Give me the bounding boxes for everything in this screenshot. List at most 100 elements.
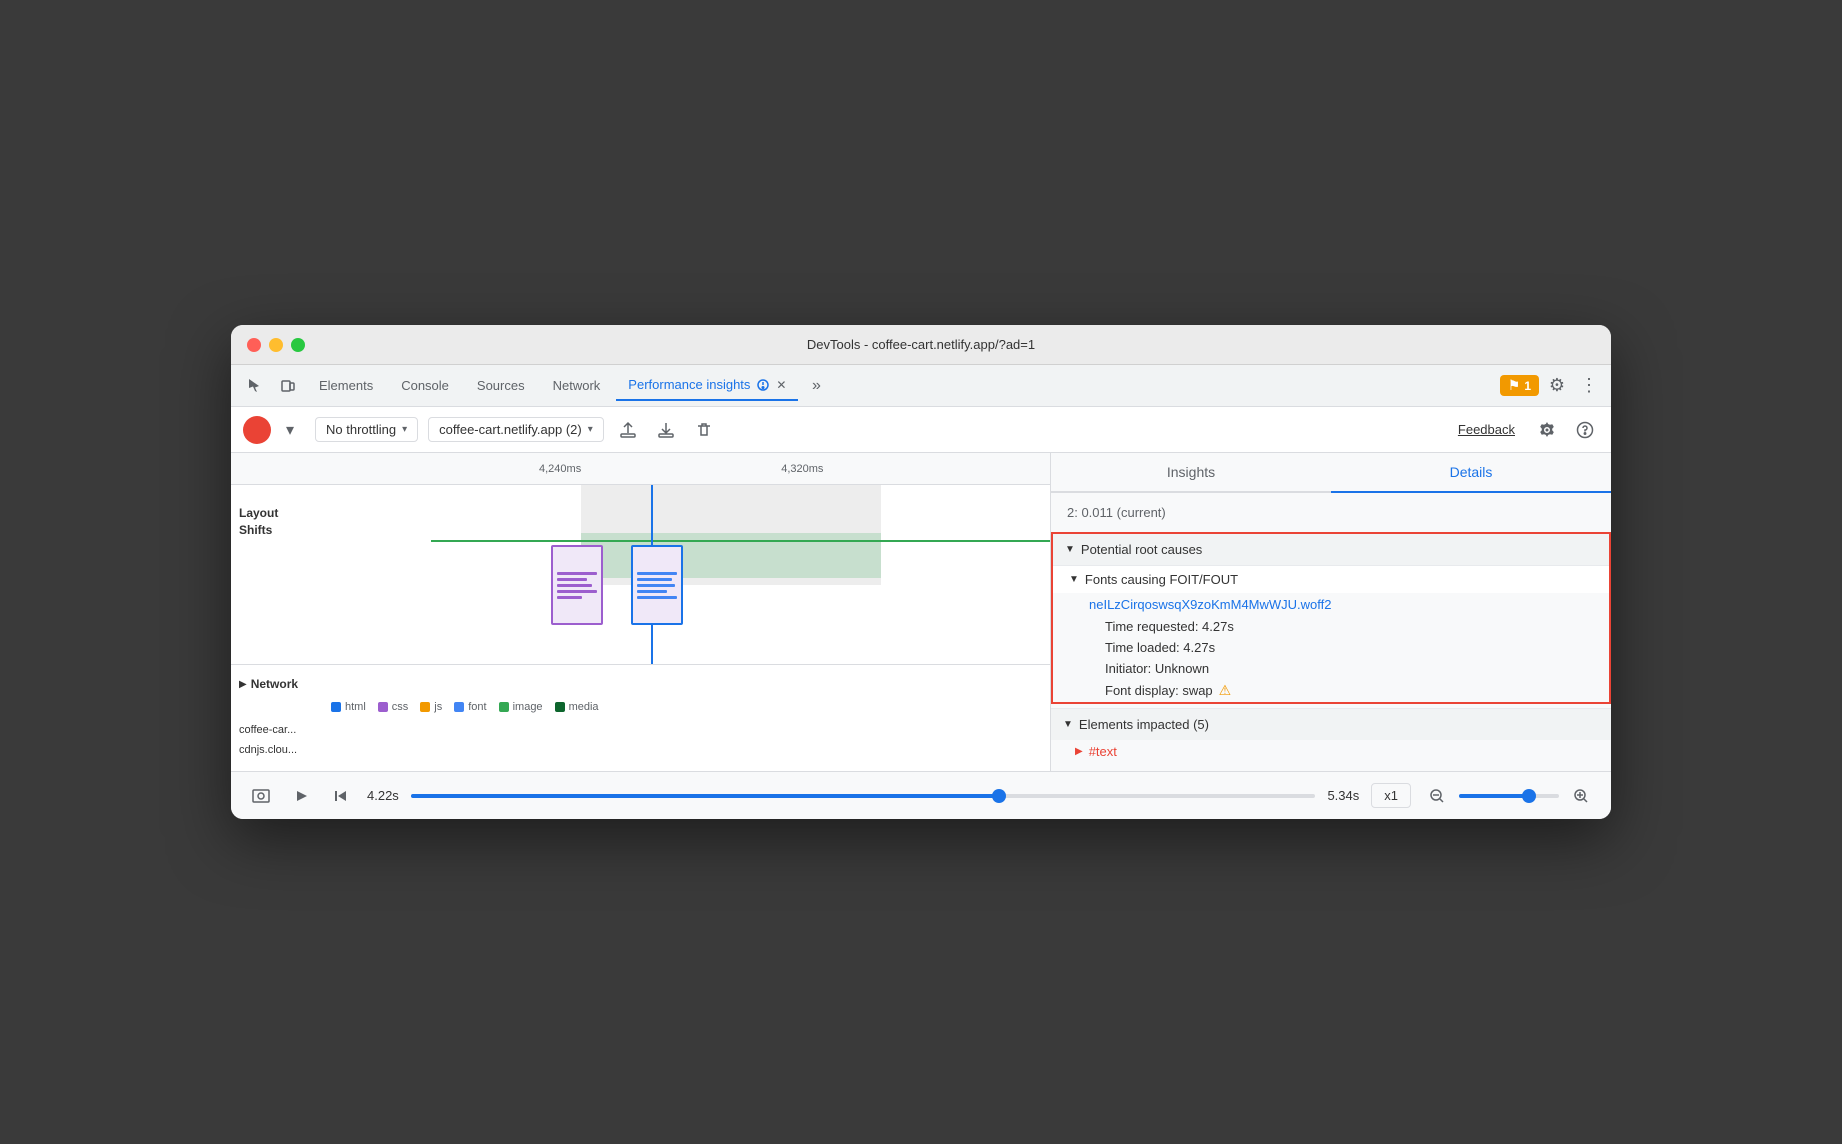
minimize-button[interactable]	[269, 338, 283, 352]
expand-fonts-icon: ▼	[1069, 574, 1079, 585]
devtools-window: DevTools - coffee-cart.netlify.app/?ad=1…	[231, 325, 1611, 819]
warning-icon: ⚠	[1219, 682, 1232, 699]
notification-badge[interactable]: ⚑ 1	[1500, 375, 1539, 396]
upload-button[interactable]	[614, 416, 642, 444]
bottom-bar: 4.22s 5.34s x1	[231, 771, 1611, 819]
right-panel-content: 2: 0.011 (current) ▼ Potential root caus…	[1051, 493, 1611, 771]
help-icon	[1576, 421, 1594, 439]
tab-performance-insights[interactable]: Performance insights ✕	[616, 371, 798, 401]
expand-root-causes-icon: ▼	[1065, 544, 1075, 555]
legend-js: js	[420, 701, 442, 713]
preview-icon	[251, 786, 271, 806]
feedback-link[interactable]: Feedback	[1450, 422, 1523, 437]
fonts-subsection-header[interactable]: ▼ Fonts causing FOIT/FOUT	[1053, 566, 1609, 593]
delete-button[interactable]	[690, 416, 718, 444]
slider-thumb[interactable]	[992, 789, 1006, 803]
skip-start-button[interactable]	[327, 782, 355, 810]
download-button[interactable]	[652, 416, 680, 444]
legend-css: css	[378, 701, 409, 713]
device-icon[interactable]	[273, 371, 303, 401]
tab-network[interactable]: Network	[541, 371, 613, 401]
screenshot-thumb-right	[631, 545, 683, 625]
tab-details[interactable]: Details	[1331, 453, 1611, 493]
timeline-ruler: 4,240ms 4,320ms	[339, 463, 1023, 475]
layout-shifts-label: Layout Shifts	[239, 505, 278, 539]
close-tab-icon[interactable]: ✕	[776, 378, 786, 392]
network-legend: html css js font	[231, 695, 1050, 719]
record-dropdown-button[interactable]: ▾	[275, 415, 305, 445]
maximize-button[interactable]	[291, 338, 305, 352]
timeline-canvas	[431, 485, 1050, 664]
window-controls	[247, 338, 305, 352]
tab-elements[interactable]: Elements	[307, 371, 385, 401]
performance-insights-icon	[756, 378, 770, 392]
js-color-dot	[420, 702, 430, 712]
zoom-in-icon	[1572, 787, 1590, 805]
html-color-dot	[331, 702, 341, 712]
time-start-label: 4.22s	[367, 788, 399, 803]
network-label: Network	[251, 677, 298, 691]
elements-child-item[interactable]: ▶ #text	[1051, 740, 1611, 763]
toolbar-settings-button[interactable]	[1533, 416, 1561, 444]
tab-console[interactable]: Console	[389, 371, 461, 401]
image-color-dot	[499, 702, 509, 712]
time-slider[interactable]	[411, 794, 1316, 798]
network-expand-icon[interactable]: ▶	[239, 679, 247, 690]
preview-button[interactable]	[247, 782, 275, 810]
initiator-row: Initiator: Unknown	[1053, 658, 1609, 679]
close-button[interactable]	[247, 338, 261, 352]
slider-fill	[411, 794, 999, 798]
legend-html: html	[331, 701, 366, 713]
throttling-arrow-icon: ▾	[402, 424, 407, 435]
legend-image: image	[499, 701, 543, 713]
zoom-controls	[1423, 782, 1595, 810]
upload-icon	[618, 420, 638, 440]
network-urls: coffee-car... cdnjs.clou...	[231, 719, 1050, 763]
devtools-settings-button[interactable]: ⚙	[1543, 372, 1571, 400]
speed-selector[interactable]: x1	[1371, 783, 1411, 808]
throttling-dropdown[interactable]: No throttling ▾	[315, 417, 418, 442]
devtools-more-options-button[interactable]: ⋮	[1575, 372, 1603, 400]
font-display-row: Font display: swap ⚠	[1053, 679, 1609, 702]
legend-media: media	[555, 701, 599, 713]
time-requested-row: Time requested: 4.27s	[1053, 616, 1609, 637]
delete-icon	[694, 420, 714, 440]
css-color-dot	[378, 702, 388, 712]
zoom-in-button[interactable]	[1567, 782, 1595, 810]
record-controls: ▾	[243, 415, 305, 445]
download-icon	[656, 420, 676, 440]
zoom-out-button[interactable]	[1423, 782, 1451, 810]
fonts-section: ▼ Fonts causing FOIT/FOUT neILzCirqoswsq…	[1053, 566, 1609, 702]
skip-start-icon	[333, 788, 349, 804]
timeline-green-line	[431, 540, 1050, 542]
time-end-label: 5.34s	[1327, 788, 1359, 803]
more-tabs-button[interactable]: »	[802, 372, 830, 400]
potential-root-causes-header[interactable]: ▼ Potential root causes	[1053, 534, 1609, 566]
panel-tabs: Insights Details	[1051, 453, 1611, 493]
help-button[interactable]	[1571, 416, 1599, 444]
potential-root-causes-section: ▼ Potential root causes ▼ Fonts causing …	[1051, 532, 1611, 704]
zoom-slider[interactable]	[1459, 794, 1559, 798]
record-button[interactable]	[243, 416, 271, 444]
tabs-bar: Elements Console Sources Network Perform…	[231, 365, 1611, 407]
tab-sources[interactable]: Sources	[465, 371, 537, 401]
layout-shifts-section: Layout Shifts	[231, 485, 1050, 664]
section-labels: Layout Shifts	[231, 485, 331, 664]
toolbar: ▾ No throttling ▾ coffee-cart.netlify.ap…	[231, 407, 1611, 453]
zoom-out-icon	[1428, 787, 1446, 805]
version-text: 2: 0.011 (current)	[1051, 501, 1611, 532]
tab-insights[interactable]: Insights	[1051, 453, 1331, 493]
legend-font: font	[454, 701, 486, 713]
left-panel: 4,240ms 4,320ms Layout Shifts	[231, 453, 1051, 771]
elements-impacted-header[interactable]: ▼ Elements impacted (5)	[1051, 708, 1611, 740]
pointer-icon[interactable]	[239, 371, 269, 401]
font-file-link[interactable]: neILzCirqoswsqX9zoKmM4MwWJU.woff2	[1053, 593, 1609, 616]
expand-text-icon: ▶	[1075, 746, 1083, 757]
right-panel: Insights Details 2: 0.011 (current) ▼ Po…	[1051, 453, 1611, 771]
time-slider-container	[411, 794, 1316, 798]
url-dropdown[interactable]: coffee-cart.netlify.app (2) ▾	[428, 417, 604, 442]
play-button[interactable]	[287, 782, 315, 810]
zoom-slider-thumb[interactable]	[1522, 789, 1536, 803]
elements-impacted-section: ▼ Elements impacted (5) ▶ #text	[1051, 708, 1611, 763]
window-title: DevTools - coffee-cart.netlify.app/?ad=1	[807, 337, 1035, 352]
